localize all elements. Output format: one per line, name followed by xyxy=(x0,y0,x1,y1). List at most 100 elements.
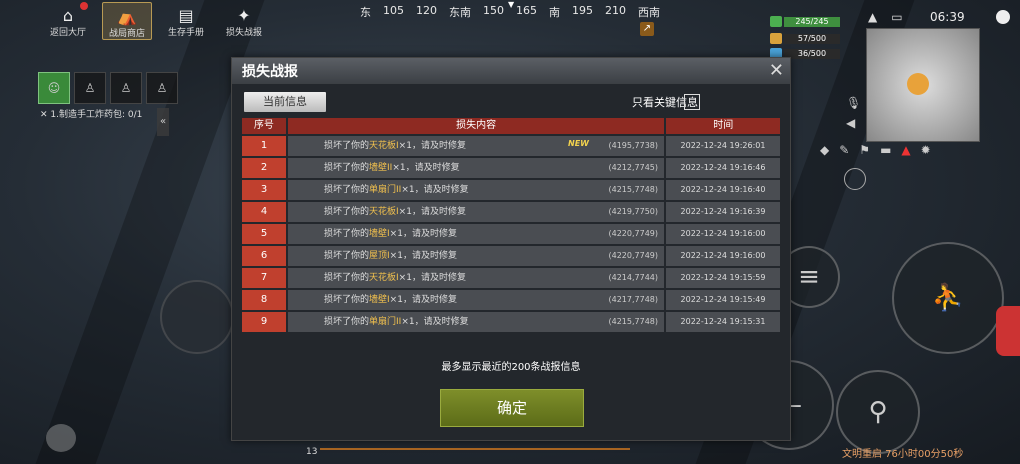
collapse-panel-button[interactable]: « xyxy=(157,108,169,136)
biohazard-icon xyxy=(160,280,234,354)
compass-tick: 东南 xyxy=(449,6,471,19)
tab-current-info[interactable]: 当前信息 xyxy=(244,92,326,112)
table-row: 1 损坏了你的天花板I×1，请及时修复 NEW (4195,7738) 2022-12-… xyxy=(242,136,780,156)
item-name: 墙壁I xyxy=(369,229,390,239)
chat-icon[interactable] xyxy=(46,424,76,452)
mic-mute-icon[interactable]: 🎙 xyxy=(846,96,861,110)
row-index: 7 xyxy=(242,268,288,288)
row-qty: ×1，请及时修复 xyxy=(389,295,457,305)
compass-tick: 195 xyxy=(572,4,593,17)
row-qty: ×1，请及时修复 xyxy=(398,141,466,151)
nav-loss-report[interactable]: ✦ 损失战报 xyxy=(220,2,268,39)
speaker-icon[interactable]: ◀ xyxy=(846,116,855,130)
nav-battle-shop[interactable]: ⛺ 战局商店 xyxy=(102,2,152,40)
row-content: 损坏了你的天花板I×1，请及时修复 (4214,7744) xyxy=(288,268,666,288)
row-index: 5 xyxy=(242,224,288,244)
gear-icon[interactable]: ✹ xyxy=(921,143,931,157)
row-index: 1 xyxy=(242,136,288,156)
compass-tick: 165 xyxy=(516,4,537,17)
item-name: 天花板I xyxy=(369,273,399,283)
teammate-slot[interactable]: ♙ xyxy=(74,72,106,104)
fire-button[interactable] xyxy=(996,306,1020,356)
col-content: 损失内容 xyxy=(287,118,667,134)
row-content: 损坏了你的墙壁I×1，请及时修复 (4220,7749) xyxy=(288,224,666,244)
pen-icon[interactable]: ✎ xyxy=(839,143,849,157)
row-qty: ×1，请及时修复 xyxy=(389,251,457,261)
player-avatar[interactable]: ☺ xyxy=(38,72,70,104)
nav-survival-manual[interactable]: ▤ 生存手册 xyxy=(162,2,210,39)
teammate-slot[interactable]: ♙ xyxy=(146,72,178,104)
crouch-button[interactable]: ⚲ xyxy=(836,370,920,454)
item-name: 墙壁II xyxy=(369,163,393,173)
row-text: 损坏了你的 xyxy=(324,207,370,217)
item-name: 天花板I xyxy=(369,141,399,151)
row-time: 2022-12-24 19:15:49 xyxy=(666,290,780,310)
key-only-checkbox[interactable] xyxy=(684,94,700,110)
nav-return-lobby[interactable]: ⌂ 返回大厅 xyxy=(44,2,92,38)
row-coord: (4214,7744) xyxy=(608,273,658,282)
shop-icon: ⛺ xyxy=(117,7,137,26)
row-time: 2022-12-24 19:16:39 xyxy=(666,202,780,222)
confirm-button[interactable]: 确定 xyxy=(440,389,584,427)
compass-tick: 东 xyxy=(360,6,371,19)
water-value: 36/500 xyxy=(784,48,840,59)
right-toolbar: ◆ ✎ ⚑ ▬ ▲ ✹ xyxy=(820,143,931,157)
dialog-title: 损失战报 xyxy=(242,64,298,80)
objective-icon: ↗ xyxy=(640,22,654,36)
row-coord: (4215,7748) xyxy=(608,185,658,194)
item-name: 单扇门II xyxy=(369,317,402,327)
row-text: 损坏了你的 xyxy=(324,251,370,261)
compass-tick: 105 xyxy=(383,4,404,17)
settings-icon[interactable] xyxy=(996,10,1010,24)
home-icon: ⌂ xyxy=(62,6,74,25)
damage-icon: ✦ xyxy=(237,6,251,25)
compass-marker-icon: ▼ xyxy=(508,0,515,9)
health-icon xyxy=(770,16,782,27)
item-name: 天花板I xyxy=(369,207,399,217)
mask-icon[interactable]: ◆ xyxy=(820,143,829,157)
row-index: 9 xyxy=(242,312,288,332)
loss-table: 序号 损失内容 时间 1 损坏了你的天花板I×1，请及时修复 NEW (4195,77… xyxy=(242,118,780,332)
nav-label: 损失战报 xyxy=(225,28,262,38)
row-qty: ×1，请及时修复 xyxy=(401,317,469,327)
health-bar: 245/245 xyxy=(770,16,840,27)
player-marker-icon xyxy=(907,73,929,95)
row-text: 损坏了你的 xyxy=(324,163,370,173)
clock: 06:39 xyxy=(930,10,965,24)
row-coord: (4219,7750) xyxy=(608,207,658,216)
row-index: 3 xyxy=(242,180,288,200)
row-coord: (4220,7749) xyxy=(608,229,658,238)
item-name: 屋顶I xyxy=(369,251,390,261)
lock-target-icon[interactable] xyxy=(844,168,866,190)
table-row: 4 损坏了你的天花板I×1，请及时修复 (4219,7750) 2022-12-24 … xyxy=(242,202,780,222)
dialog-header: 损失战报 ✕ xyxy=(232,58,790,84)
table-row: 3 损坏了你的单扇门II×1，请及时修复 (4215,7748) 2022-12-24… xyxy=(242,180,780,200)
top-nav: ⌂ 返回大厅 ⛺ 战局商店 ▤ 生存手册 ✦ 损失战报 xyxy=(44,2,268,40)
row-coord: (4217,7748) xyxy=(608,295,658,304)
loss-report-dialog: 损失战报 ✕ 当前信息 只看关键信息 序号 损失内容 时间 1 损坏了你的天花板I… xyxy=(231,57,791,441)
row-qty: ×1，请及时修复 xyxy=(389,229,457,239)
new-badge: NEW xyxy=(568,139,589,148)
row-coord: (4220,7749) xyxy=(608,251,658,260)
row-qty: ×1，请及时修复 xyxy=(398,273,466,283)
task-text: 1.制造手工炸药包: 0/1 xyxy=(50,110,143,120)
close-icon[interactable]: ✕ xyxy=(769,60,784,81)
row-text: 损坏了你的 xyxy=(324,185,370,195)
minimap[interactable] xyxy=(866,28,980,142)
party-bar: ☺ ♙ ♙ ♙ xyxy=(38,72,178,104)
table-row: 7 损坏了你的天花板I×1，请及时修复 (4214,7744) 2022-12-24 … xyxy=(242,268,780,288)
table-row: 2 损坏了你的墙壁II×1，请及时修复 (4212,7745) 2022-12-24 … xyxy=(242,158,780,178)
vehicle-icon[interactable]: ▬ xyxy=(880,143,891,157)
row-index: 4 xyxy=(242,202,288,222)
warning-icon[interactable]: ▲ xyxy=(901,143,910,157)
row-coord: (4215,7748) xyxy=(608,317,658,326)
notification-badge xyxy=(80,2,88,10)
armor-bar: 57/500 xyxy=(770,33,840,44)
row-time: 2022-12-24 19:16:00 xyxy=(666,224,780,244)
row-content: 损坏了你的单扇门II×1，请及时修复 (4215,7748) xyxy=(288,312,666,332)
jump-button[interactable]: ⛹ xyxy=(892,242,1004,354)
nav-label: 返回大厅 xyxy=(49,28,86,38)
task-tracker[interactable]: ✕ 1.制造手工炸药包: 0/1 xyxy=(40,107,142,120)
teammate-slot[interactable]: ♙ xyxy=(110,72,142,104)
flag-icon[interactable]: ⚑ xyxy=(859,143,870,157)
